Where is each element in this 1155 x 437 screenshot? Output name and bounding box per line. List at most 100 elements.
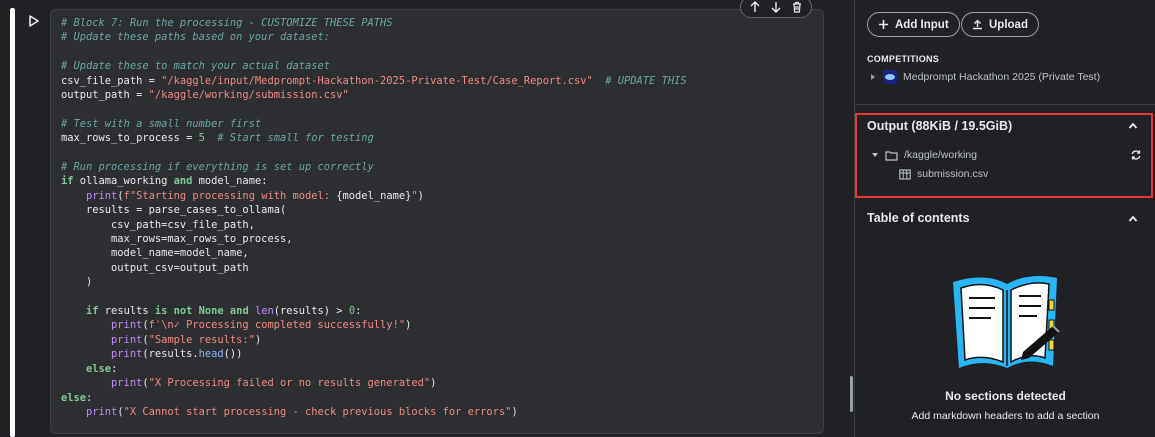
collapse-output-button[interactable] <box>1126 119 1140 133</box>
code-token: ) <box>61 276 93 289</box>
code-line: results = parse_cases_to_ollama( <box>61 203 687 217</box>
code-token: ) <box>405 319 412 332</box>
code-token: else <box>86 362 112 375</box>
code-token: # Update these to match your actual data… <box>61 60 330 73</box>
code-line: # Update these to match your actual data… <box>61 59 687 73</box>
code-token: # Test with a small number first <box>61 117 262 130</box>
toc-empty-subtitle: Add markdown headers to add a section <box>911 410 1100 422</box>
code-line: # Update these paths based on your datas… <box>61 30 687 44</box>
code-line: csv_file_path = "/kaggle/input/Medprompt… <box>61 74 687 88</box>
empty-toc-illustration <box>953 276 1060 368</box>
code-token: : <box>111 362 118 375</box>
code-token: {model_name} <box>336 189 412 202</box>
competitions-heading: COMPETITIONS <box>867 54 940 64</box>
code-token: print <box>111 377 143 390</box>
code-token: model_name=model_name, <box>61 247 249 260</box>
folder-path: /kaggle/working <box>904 149 977 161</box>
toc-empty-title: No sections detected <box>945 389 1066 403</box>
competition-name: Medprompt Hackathon 2025 (Private Test) <box>903 71 1101 83</box>
upload-icon <box>973 19 982 30</box>
move-up-button[interactable] <box>746 0 764 16</box>
code-token: (results) > <box>273 305 349 318</box>
code-token: print <box>86 189 118 202</box>
tree-item-submission-file[interactable]: submission.csv <box>899 168 988 180</box>
delete-cell-button[interactable] <box>788 0 806 16</box>
code-token: "/kaggle/input/Medprompt-Hackathon-2025-… <box>161 74 593 87</box>
chevron-right-icon[interactable] <box>869 73 877 81</box>
competition-item[interactable]: Medprompt Hackathon 2025 (Private Test) <box>869 70 1100 84</box>
refresh-output-button[interactable] <box>1129 148 1143 162</box>
code-line: print(results.head()) <box>61 347 687 361</box>
upload-button[interactable]: Upload <box>961 12 1039 37</box>
sidebar: Add Input Upload COMPETITIONS Medprompt … <box>854 0 1155 437</box>
toc-title[interactable]: Table of contents <box>867 211 970 225</box>
collapse-toc-button[interactable] <box>1126 212 1140 226</box>
panel-scrollbar[interactable] <box>850 376 853 412</box>
divider <box>855 104 1155 105</box>
output-section-title[interactable]: Output (88KiB / 19.5GiB) <box>867 119 1012 133</box>
code-token: f'\n✓ Processing completed successfully!… <box>148 319 406 332</box>
code-token: csv_file_path = <box>61 74 162 87</box>
code-token: print <box>111 333 143 346</box>
code-line: print("Sample results:") <box>61 333 687 347</box>
code-token: # Update these paths based on your datas… <box>61 31 330 44</box>
refresh-icon <box>1131 150 1141 160</box>
code-token: # Run processing if everything is set up… <box>61 161 374 174</box>
code-token: print <box>86 405 118 418</box>
code-line: max_rows_to_process = 5 # Start small fo… <box>61 131 687 145</box>
code-line: if results is not None and len(results) … <box>61 304 687 318</box>
arrow-down-icon <box>771 2 781 13</box>
code-token: ollama_working <box>73 175 174 188</box>
code-line: # Test with a small number first <box>61 117 687 131</box>
run-cell-button[interactable] <box>24 11 44 31</box>
arrow-up-icon <box>750 1 760 12</box>
code-token: f"Starting processing with model: <box>123 189 337 202</box>
code-token: max_rows_to_process = <box>61 132 199 145</box>
add-input-button[interactable]: Add Input <box>867 12 960 37</box>
code-token: (results. <box>142 348 199 361</box>
code-token: else <box>61 391 87 404</box>
code-token: ) <box>511 405 518 418</box>
folder-icon <box>885 150 898 161</box>
code-line: output_csv=output_path <box>61 261 687 275</box>
competition-thumbnail <box>883 70 897 84</box>
code-line: # Run processing if everything is set up… <box>61 160 687 174</box>
plus-icon <box>879 20 888 29</box>
code-line: ) <box>61 275 687 289</box>
code-token: "/kaggle/working/submission.csv" <box>148 89 349 102</box>
code-token: print <box>111 319 143 332</box>
code-line: else: <box>61 362 687 376</box>
code-token: output_csv=output_path <box>61 261 249 274</box>
chevron-up-icon <box>1128 215 1138 222</box>
caret-down-icon[interactable] <box>871 151 879 159</box>
code-line: output_path = "/kaggle/working/submissio… <box>61 88 687 102</box>
cell-focus-indicator <box>10 8 15 437</box>
code-line: print("X Cannot start processing - check… <box>61 405 687 419</box>
code-cell[interactable]: # Block 7: Run the processing - CUSTOMIZ… <box>50 9 824 434</box>
code-token: : <box>355 305 362 318</box>
code-token: : <box>86 391 93 404</box>
code-token: # Block 7: Run the processing - CUSTOMIZ… <box>61 17 393 29</box>
code-token: # Start small for testing <box>217 132 374 145</box>
code-token: print <box>111 348 143 361</box>
move-down-button[interactable] <box>767 0 785 16</box>
code-line: else: <box>61 391 687 405</box>
code-token: "X Processing failed or no results gener… <box>148 377 431 390</box>
code-token: results = parse_cases_to_ollama( <box>61 204 287 217</box>
code-editor[interactable]: # Block 7: Run the processing - CUSTOMIZ… <box>61 16 687 419</box>
code-token: if <box>86 305 99 318</box>
code-token: results <box>98 305 155 318</box>
tree-item-working-folder[interactable]: /kaggle/working <box>871 149 977 161</box>
code-line: model_name=model_name, <box>61 246 687 260</box>
code-token: len <box>254 305 274 318</box>
